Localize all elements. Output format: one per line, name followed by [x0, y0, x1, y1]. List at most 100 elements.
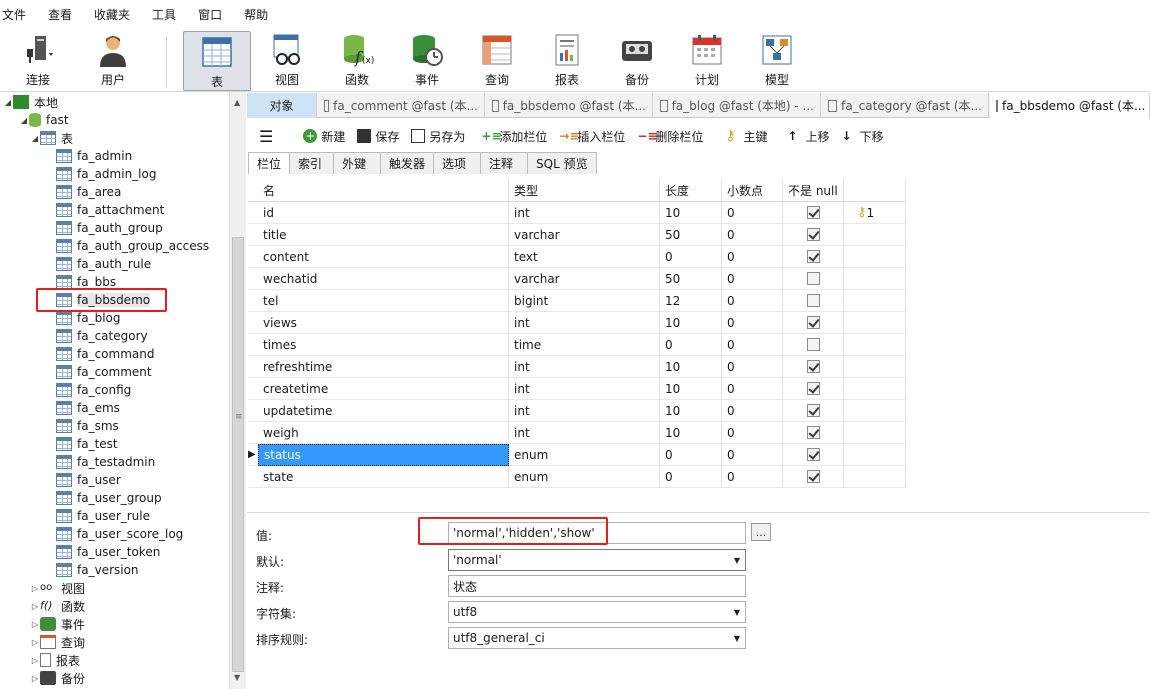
field-name-cell[interactable]: title [258, 224, 509, 246]
expand-icon[interactable]: ▷ [30, 602, 40, 611]
subtab-fields[interactable]: 栏位 [248, 152, 291, 174]
collapse-icon[interactable]: ◢ [3, 98, 13, 107]
field-name-cell[interactable]: wechatid [258, 268, 509, 290]
user-button[interactable]: 用户 [83, 30, 143, 90]
field-name-cell[interactable]: content [258, 246, 509, 268]
not-null-checkbox[interactable] [806, 272, 820, 285]
field-type-cell[interactable]: int [509, 312, 660, 334]
field-decimals-cell[interactable]: 0 [722, 290, 783, 312]
field-name-cell[interactable]: createtime [258, 378, 509, 400]
not-null-checkbox[interactable] [806, 404, 820, 417]
tree-scrollbar[interactable]: ▲ ≡ ▼ [229, 92, 246, 689]
tree-table-item[interactable]: fa_auth_group_access [56, 237, 209, 255]
tab-objects[interactable]: 对象 [247, 93, 317, 118]
field-length-cell[interactable]: 12 [660, 290, 722, 312]
header-name[interactable]: 名 [258, 180, 509, 202]
field-name-cell[interactable]: tel [258, 290, 509, 312]
field-type-cell[interactable]: varchar [509, 224, 660, 246]
tree-node-views[interactable]: ▷ oo 视图 [30, 579, 85, 597]
tree-table-item[interactable]: fa_sms [56, 417, 119, 435]
field-name-cell[interactable]: state [258, 466, 509, 488]
expand-icon[interactable]: ▷ [30, 638, 40, 647]
expand-icon[interactable]: ▷ [30, 584, 40, 593]
comment-input[interactable]: 状态 [448, 575, 746, 597]
field-length-cell[interactable]: 10 [660, 378, 722, 400]
not-null-checkbox[interactable] [806, 448, 820, 461]
report-button[interactable]: 报表 [537, 30, 597, 90]
model-button[interactable]: 模型 [747, 30, 807, 90]
menu-file[interactable]: 文件 [0, 0, 38, 30]
tree-table-item[interactable]: fa_user_rule [56, 507, 150, 525]
field-type-cell[interactable]: int [509, 378, 660, 400]
tab-fa-blog[interactable]: fa_blog @fast (本地) - ... [654, 93, 821, 118]
field-length-cell[interactable]: 10 [660, 400, 722, 422]
field-type-cell[interactable]: text [509, 246, 660, 268]
tab-fa-comment[interactable]: fa_comment @fast (本... [318, 93, 485, 118]
tree-table-item[interactable]: fa_attachment [56, 201, 164, 219]
not-null-checkbox[interactable] [806, 316, 820, 329]
charset-select[interactable]: utf8 [448, 601, 746, 623]
connect-button[interactable]: 连接 [8, 30, 68, 90]
table-row[interactable]: tel bigint 12 0 [248, 290, 906, 312]
subtab-foreign-keys[interactable]: 外键 [333, 152, 382, 174]
field-name-cell[interactable]: status [258, 444, 509, 466]
tree-table-item[interactable]: fa_command [56, 345, 154, 363]
field-decimals-cell[interactable]: 0 [722, 466, 783, 488]
menu-tools[interactable]: 工具 [150, 0, 188, 30]
table-row[interactable]: wechatid varchar 50 0 [248, 268, 906, 290]
not-null-checkbox[interactable] [806, 382, 820, 395]
tree-node-functions[interactable]: ▷ f() 函数 [30, 597, 85, 615]
tree-node-local[interactable]: ◢ 本地 [3, 93, 58, 111]
scroll-thumb[interactable] [232, 237, 244, 672]
field-type-cell[interactable]: int [509, 202, 660, 224]
move-down-button[interactable]: ↓ 下移 [841, 128, 883, 145]
insert-field-button[interactable]: →≡ 插入栏位 [559, 128, 625, 145]
field-type-cell[interactable]: time [509, 334, 660, 356]
subtab-comment[interactable]: 注释 [480, 152, 529, 174]
header-decimals[interactable]: 小数点 [722, 180, 783, 202]
header-not-null[interactable]: 不是 null [783, 180, 844, 202]
tree-table-item[interactable]: fa_area [56, 183, 121, 201]
scroll-up-icon[interactable]: ▲ [234, 98, 240, 107]
menu-favorites[interactable]: 收藏夹 [92, 0, 142, 30]
field-decimals-cell[interactable]: 0 [722, 312, 783, 334]
collapse-icon[interactable]: ◢ [30, 134, 40, 143]
field-name-cell[interactable]: id [258, 202, 509, 224]
scroll-down-icon[interactable]: ▼ [234, 673, 240, 682]
subtab-indexes[interactable]: 索引 [289, 152, 335, 174]
function-button[interactable]: f (x) 函数 [327, 30, 387, 90]
field-decimals-cell[interactable]: 0 [722, 334, 783, 356]
tree-table-item[interactable]: fa_user_score_log [56, 525, 183, 543]
field-name-cell[interactable]: updatetime [258, 400, 509, 422]
field-decimals-cell[interactable]: 0 [722, 444, 783, 466]
tree-table-item[interactable]: fa_test [56, 435, 118, 453]
field-decimals-cell[interactable]: 0 [722, 224, 783, 246]
field-type-cell[interactable]: int [509, 422, 660, 444]
tree-node-reports[interactable]: ▷ 报表 [30, 651, 80, 669]
table-row[interactable]: id int 10 0 ⚷ 1 [248, 202, 906, 224]
tree-table-item[interactable]: fa_auth_group [56, 219, 163, 237]
tree-table-item[interactable]: fa_ems [56, 399, 120, 417]
expand-icon[interactable]: ▷ [30, 620, 40, 629]
subtab-triggers[interactable]: 触发器 [380, 152, 435, 174]
backup-button[interactable]: 备份 [607, 30, 667, 90]
add-field-button[interactable]: +≡ 添加栏位 [481, 128, 547, 145]
table-row[interactable]: updatetime int 10 0 [248, 400, 906, 422]
tab-fa-category[interactable]: fa_category @fast (本... [822, 93, 989, 118]
tree-node-backups[interactable]: ▷ 备份 [30, 669, 85, 687]
field-type-cell[interactable]: varchar [509, 268, 660, 290]
tree-table-item[interactable]: fa_comment [56, 363, 152, 381]
field-length-cell[interactable]: 10 [660, 422, 722, 444]
delete-field-button[interactable]: −≡ 删除栏位 [637, 128, 703, 145]
view-button[interactable]: 视图 [257, 30, 317, 90]
table-row[interactable]: state enum 0 0 [248, 466, 906, 488]
collapse-icon[interactable]: ◢ [19, 116, 29, 125]
hamburger-menu-icon[interactable]: ☰ [259, 127, 273, 146]
tree-table-item[interactable]: fa_testadmin [56, 453, 155, 471]
table-row[interactable]: times time 0 0 [248, 334, 906, 356]
tree-table-item[interactable]: fa_config [56, 381, 131, 399]
not-null-checkbox[interactable] [806, 294, 820, 307]
tree-table-item[interactable]: fa_user [56, 471, 121, 489]
new-button[interactable]: + 新建 [303, 128, 345, 145]
field-name-cell[interactable]: times [258, 334, 509, 356]
